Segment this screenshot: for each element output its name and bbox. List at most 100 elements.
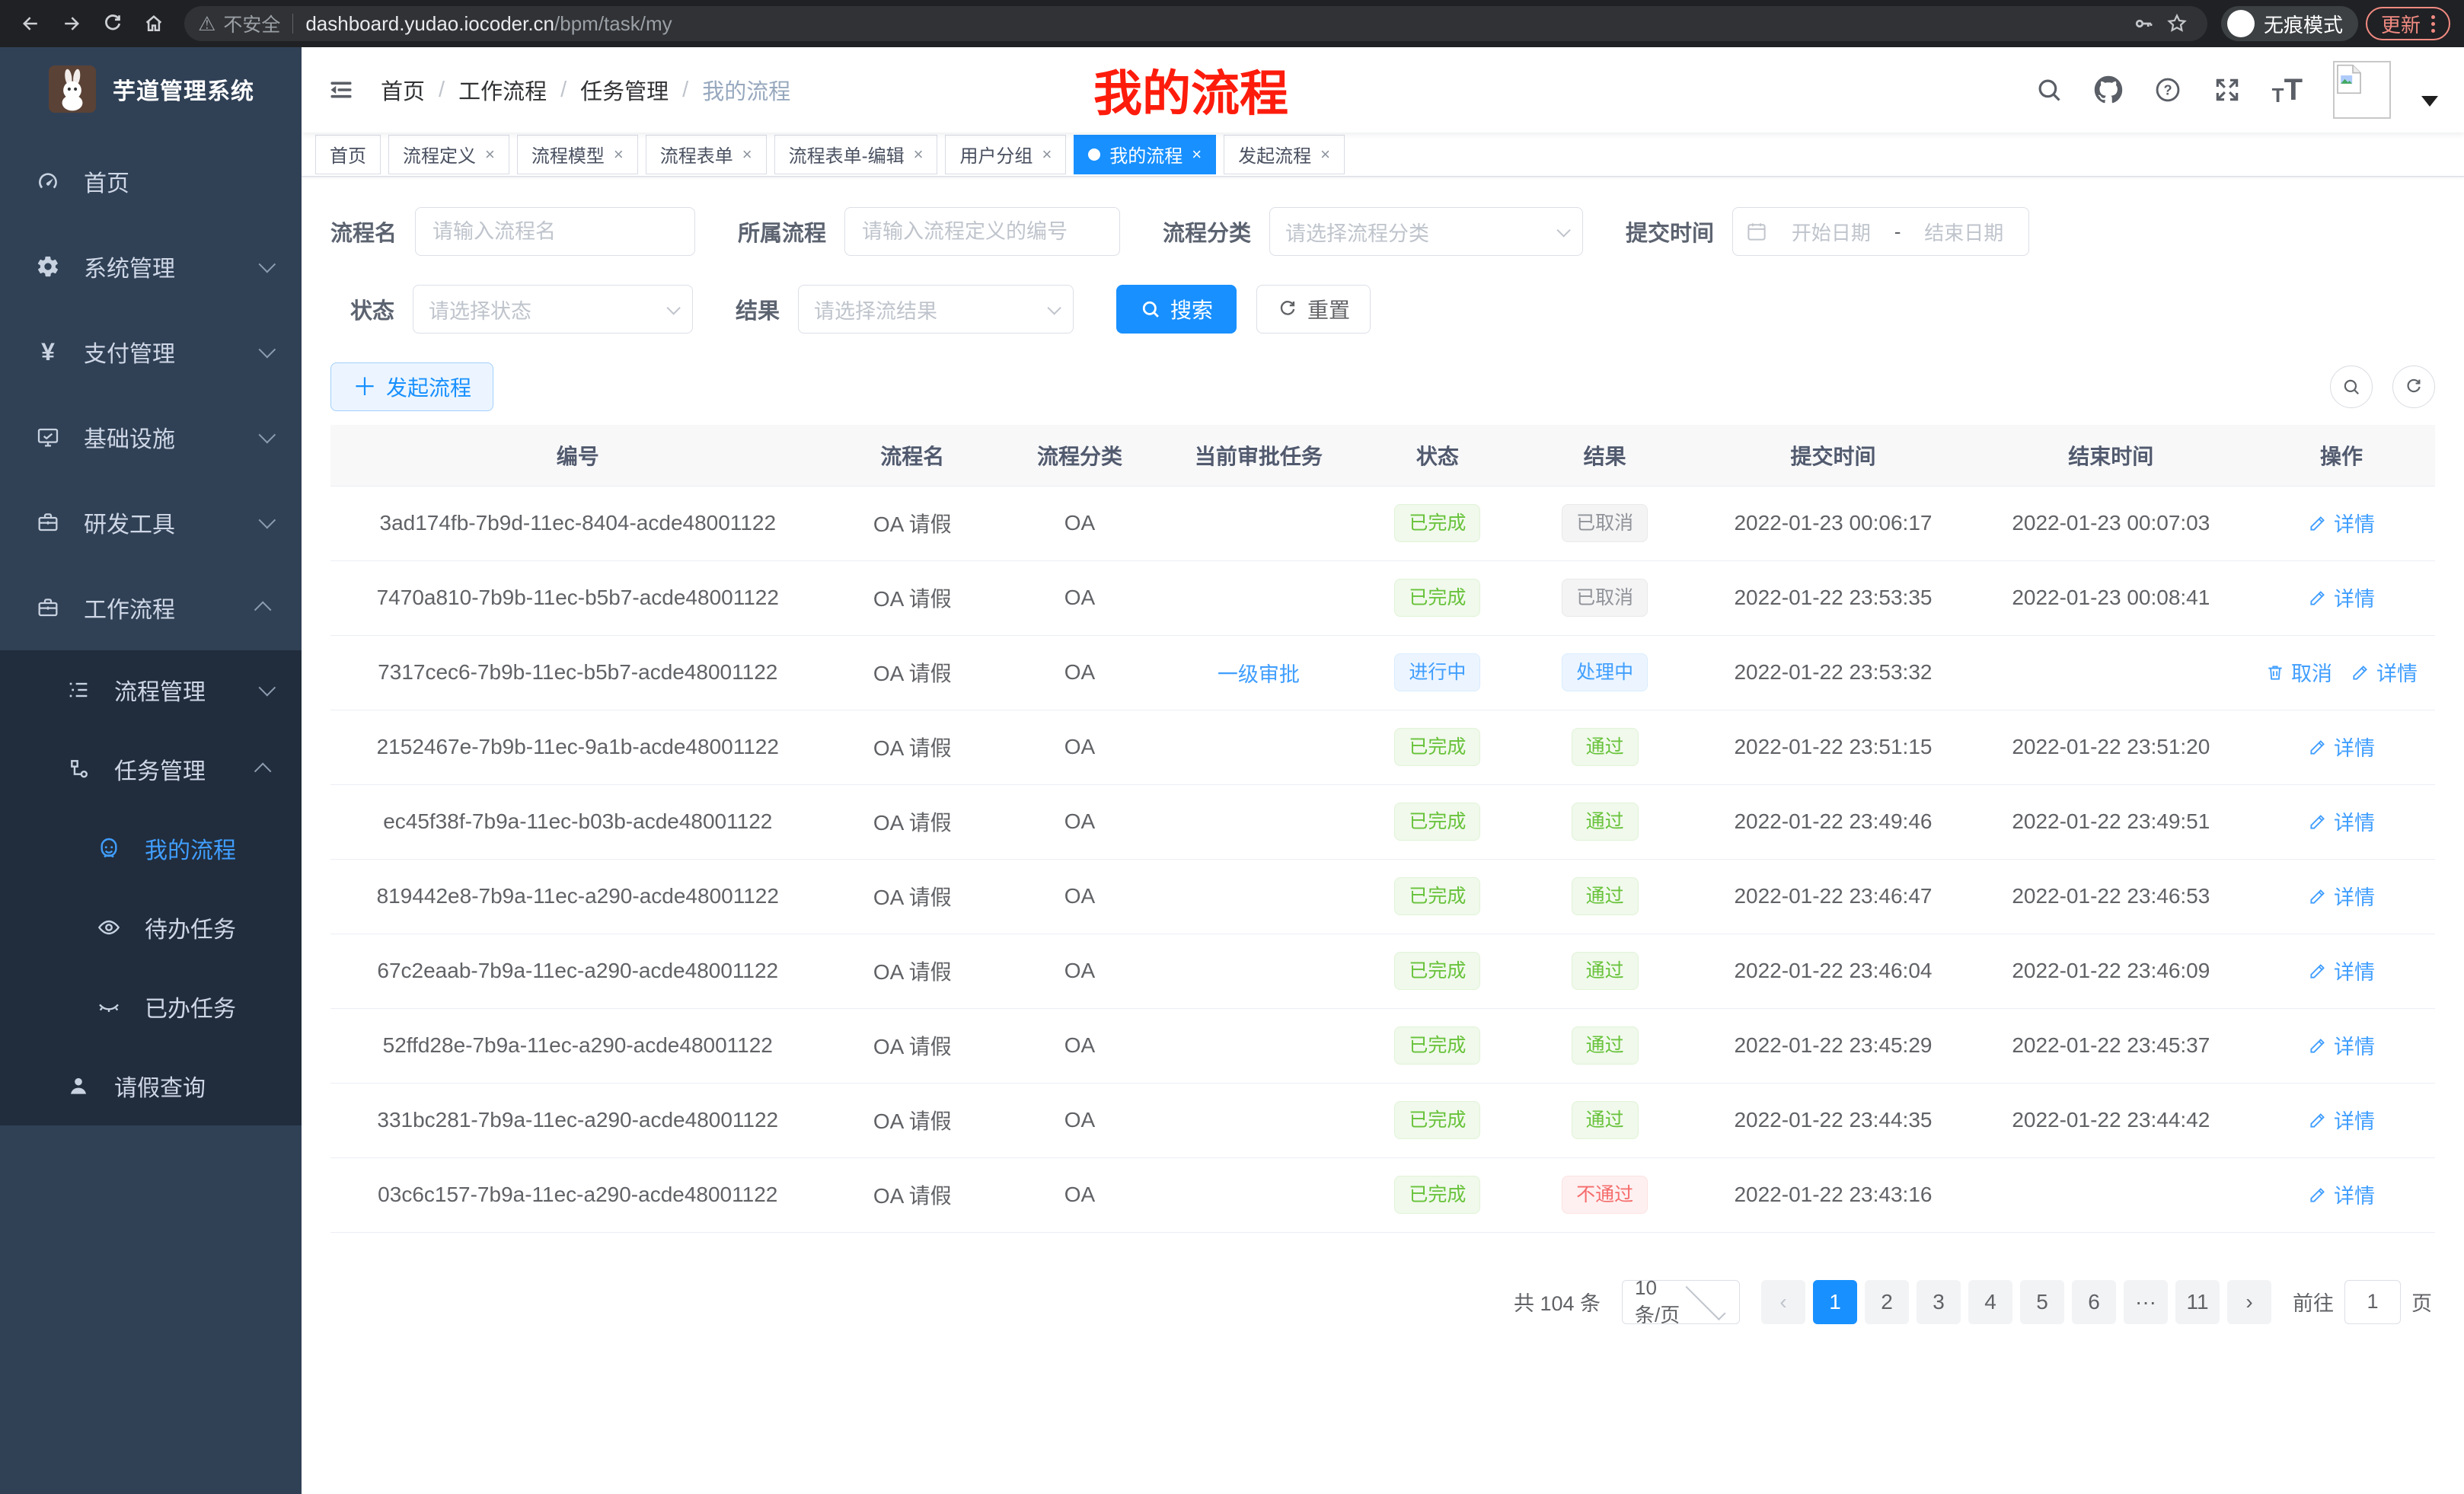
dashboard-icon [35, 168, 61, 194]
cell-status: 进行中 [1358, 635, 1518, 710]
detail-link[interactable]: 详情 [2308, 1105, 2375, 1135]
browser-reload-icon[interactable] [96, 7, 129, 40]
breadcrumb-workflow[interactable]: 工作流程 [458, 74, 547, 106]
tab-label: 用户分组 [959, 141, 1033, 168]
page-button-3[interactable]: 3 [1917, 1280, 1961, 1324]
page-button-6[interactable]: 6 [2072, 1280, 2116, 1324]
goto-page-input[interactable] [2344, 1280, 2401, 1324]
browser-menu-icon[interactable] [2431, 15, 2435, 33]
close-icon[interactable]: × [914, 145, 924, 164]
tab-start-process[interactable]: 发起流程× [1224, 135, 1345, 174]
sidebar-item-label: 支付管理 [84, 335, 259, 369]
start-date-placeholder[interactable]: 开始日期 [1779, 218, 1884, 246]
tab-process-form[interactable]: 流程表单× [646, 135, 767, 174]
app-logo[interactable]: 芋道管理系统 [0, 47, 302, 131]
result-select[interactable]: 请选择流结果 [798, 285, 1074, 334]
bookmark-star-icon[interactable] [2160, 7, 2194, 40]
category-select[interactable]: 请选择流程分类 [1269, 207, 1583, 256]
sidebar-item-leave-query[interactable]: 请假查询 [0, 1046, 302, 1125]
tab-process-model[interactable]: 流程模型× [517, 135, 638, 174]
current-task-link[interactable]: 一级审批 [1218, 658, 1300, 688]
sidebar-collapse-icon[interactable] [302, 76, 381, 104]
page-size-select[interactable]: 10条/页 [1622, 1280, 1740, 1324]
cell-status: 已完成 [1358, 784, 1518, 859]
sidebar-item-dev-tools[interactable]: 研发工具 [0, 480, 302, 565]
prev-page-button[interactable]: ‹ [1761, 1280, 1805, 1324]
refresh-table-icon[interactable] [2392, 366, 2435, 408]
header-search-icon[interactable] [2035, 75, 2063, 104]
page-button-5[interactable]: 5 [2020, 1280, 2064, 1324]
browser-home-icon[interactable] [137, 7, 171, 40]
sidebar-item-infrastructure[interactable]: 基础设施 [0, 394, 302, 480]
browser-back-icon[interactable] [14, 7, 47, 40]
detail-link[interactable]: 详情 [2351, 657, 2418, 687]
close-icon[interactable]: × [485, 145, 495, 164]
page-button-4[interactable]: 4 [1968, 1280, 2012, 1324]
breadcrumb-home[interactable]: 首页 [381, 74, 425, 106]
tab-process-definition[interactable]: 流程定义× [388, 135, 509, 174]
detail-link[interactable]: 详情 [2308, 881, 2375, 911]
process-name-input[interactable] [415, 207, 695, 256]
reset-button[interactable]: 重置 [1256, 285, 1371, 334]
close-icon[interactable]: × [742, 145, 752, 164]
font-size-icon[interactable]: TT [2272, 75, 2303, 105]
browser-update-button[interactable]: 更新 [2366, 7, 2450, 40]
action-label: 详情 [2334, 732, 2375, 761]
browser-forward-icon[interactable] [55, 7, 88, 40]
cancel-link[interactable]: 取消 [2265, 657, 2332, 687]
close-icon[interactable]: × [1192, 145, 1202, 164]
end-date-placeholder[interactable]: 结束日期 [1911, 218, 2016, 246]
submit-time-range-picker[interactable]: 开始日期 - 结束日期 [1732, 207, 2029, 256]
close-icon[interactable]: × [614, 145, 624, 164]
sidebar-item-task-management[interactable]: 任务管理 [0, 729, 302, 809]
next-page-button[interactable]: › [2227, 1280, 2271, 1324]
status-select[interactable]: 请选择状态 [413, 285, 693, 334]
detail-link[interactable]: 详情 [2308, 806, 2375, 836]
chevron-down-icon [259, 679, 276, 697]
sidebar-item-my-process[interactable]: 我的流程 [0, 809, 302, 888]
sidebar: 芋道管理系统 首页系统管理¥支付管理基础设施研发工具工作流程 流程管理任务管理我… [0, 47, 302, 1494]
show-search-icon[interactable] [2330, 366, 2373, 408]
tab-process-form-edit[interactable]: 流程表单-编辑× [774, 135, 938, 174]
sidebar-item-done-tasks[interactable]: 已办任务 [0, 967, 302, 1046]
detail-link[interactable]: 详情 [2308, 508, 2375, 538]
cell-actions: 详情 [2248, 1083, 2435, 1157]
parent-process-input[interactable] [844, 207, 1120, 256]
close-icon[interactable]: × [1320, 145, 1330, 164]
breadcrumb-task-management[interactable]: 任务管理 [580, 74, 669, 106]
tab-my-process[interactable]: 我的流程× [1074, 135, 1216, 174]
tree-icon [65, 756, 91, 782]
detail-link[interactable]: 详情 [2308, 1030, 2375, 1060]
page-button-2[interactable]: 2 [1865, 1280, 1909, 1324]
sidebar-item-process-management[interactable]: 流程管理 [0, 650, 302, 729]
security-label[interactable]: 不安全 [223, 10, 280, 37]
close-icon[interactable]: × [1042, 145, 1052, 164]
detail-link[interactable]: 详情 [2308, 956, 2375, 985]
page-button-11[interactable]: 11 [2175, 1280, 2220, 1324]
github-icon[interactable] [2094, 75, 2123, 104]
tab-user-group[interactable]: 用户分组 × [945, 135, 1066, 174]
cell-id: ec45f38f-7b9a-11ec-b03b-acde48001122 [330, 784, 825, 859]
help-icon[interactable]: ? [2153, 75, 2182, 104]
address-bar[interactable]: ⚠ 不安全 dashboard.yudao.iocoder.cn /bpm/ta… [184, 6, 2207, 41]
column-header: 编号 [330, 425, 825, 486]
avatar-dropdown-icon[interactable] [2421, 96, 2438, 107]
sidebar-item-home[interactable]: 首页 [0, 139, 302, 224]
detail-link[interactable]: 详情 [2308, 1180, 2375, 1209]
sidebar-item-payment-management[interactable]: ¥支付管理 [0, 309, 302, 394]
detail-link[interactable]: 详情 [2308, 732, 2375, 761]
sidebar-item-system-management[interactable]: 系统管理 [0, 224, 302, 309]
tab-home[interactable]: 首页 [315, 135, 381, 174]
search-button[interactable]: 搜索 [1116, 285, 1237, 334]
create-process-button[interactable]: ＋ 发起流程 [330, 362, 493, 411]
password-key-icon[interactable] [2127, 7, 2160, 40]
page-ellipsis[interactable]: ··· [2124, 1280, 2168, 1324]
cell-current-task [1160, 560, 1358, 635]
status-badge: 已完成 [1394, 504, 1480, 542]
detail-link[interactable]: 详情 [2308, 583, 2375, 612]
sidebar-item-todo-tasks[interactable]: 待办任务 [0, 888, 302, 967]
fullscreen-icon[interactable] [2213, 75, 2242, 104]
page-button-1[interactable]: 1 [1813, 1280, 1857, 1324]
sidebar-item-workflow[interactable]: 工作流程 [0, 565, 302, 650]
avatar[interactable] [2333, 61, 2391, 119]
